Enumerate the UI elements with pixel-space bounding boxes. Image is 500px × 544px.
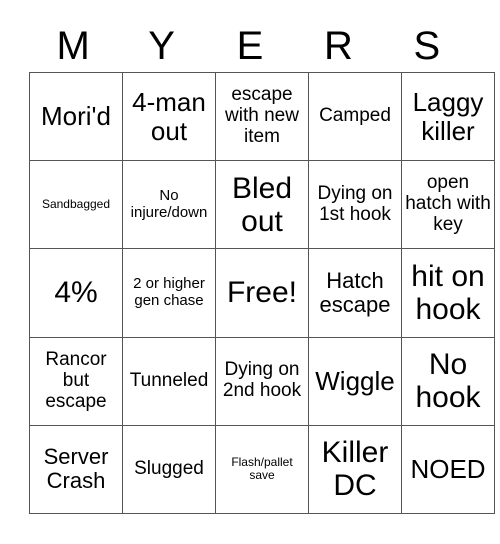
bingo-cell-text: No injure/down — [130, 187, 208, 221]
bingo-cell[interactable]: Slugged — [122, 424, 216, 515]
bingo-cell-text: Sandbagged — [41, 197, 111, 212]
bingo-cell-text: 2 or higher gen chase — [133, 275, 205, 309]
bingo-cell[interactable]: Hatch escape — [308, 248, 402, 338]
header-letter-e: E — [236, 24, 264, 68]
bingo-cell[interactable]: Mori'd — [29, 71, 123, 162]
header-letter-r: R — [323, 24, 353, 68]
bingo-cell[interactable]: Laggy killer — [401, 71, 495, 162]
bingo-cell-text: escape with new item — [225, 84, 299, 148]
bingo-cell-text: Hatch escape — [319, 267, 391, 317]
board-row: 4% 2 or higher gen chase Free! Hatch escape… — [29, 248, 495, 338]
bingo-cell-text: Free! — [226, 276, 298, 310]
bingo-cell-text: Slugged — [134, 457, 204, 479]
bingo-cell[interactable]: 4% — [29, 248, 123, 338]
bingo-cell-text: Camped — [319, 105, 391, 127]
bingo-cell-text: Wiggle — [315, 365, 395, 396]
header-letter-m: M — [56, 24, 90, 68]
bingo-cell-text: hit on hook — [411, 259, 485, 326]
bingo-cell[interactable]: Wiggle — [308, 336, 402, 426]
bingo-board: Mori'd 4-man out escape with new item Campe… — [29, 71, 495, 515]
bingo-cell-text: Killer DC — [321, 436, 389, 503]
bingo-cell-text: Bled out — [231, 171, 293, 238]
bingo-cell-text: open hatch with key — [405, 172, 491, 236]
bingo-cell[interactable]: Rancor but escape — [29, 336, 123, 426]
bingo-cell[interactable]: escape with new item — [215, 71, 309, 162]
bingo-header: M Y E R S — [29, 20, 471, 72]
bingo-cell[interactable]: Sandbagged — [29, 160, 123, 250]
bingo-cell[interactable]: Killer DC — [308, 424, 402, 515]
bingo-cell-text: NOED — [410, 454, 486, 485]
bingo-cell[interactable]: Bled out — [215, 160, 309, 250]
bingo-cell-text: No hook — [415, 348, 481, 415]
board-row: Sandbagged No injure/down Bled out Dying on… — [29, 160, 495, 250]
bingo-cell-text: Flash/pallet save — [231, 455, 293, 483]
bingo-cell[interactable]: No injure/down — [122, 160, 216, 250]
bingo-cell-text: Rancor but escape — [45, 348, 107, 412]
bingo-cell[interactable]: Free! — [215, 248, 309, 338]
bingo-cell[interactable]: hit on hook — [401, 248, 495, 338]
bingo-cell[interactable]: Dying on 2nd hook — [215, 336, 309, 426]
bingo-cell[interactable]: Camped — [308, 71, 402, 162]
header-letter-s: S — [413, 24, 441, 68]
bingo-cell-text: 4% — [54, 276, 98, 310]
bingo-cell[interactable]: Flash/pallet save — [215, 424, 309, 515]
bingo-cell-text: Laggy killer — [412, 87, 484, 146]
board-row: Server Crash Slugged Flash/pallet save Kill… — [29, 424, 495, 515]
bingo-cell-text: Mori'd — [41, 101, 111, 132]
bingo-cell-text: Dying on 1st hook — [317, 182, 393, 225]
bingo-cell[interactable]: No hook — [401, 336, 495, 426]
bingo-cell[interactable]: Tunneled — [122, 336, 216, 426]
bingo-cell[interactable]: open hatch with key — [401, 160, 495, 250]
bingo-cell-text: Dying on 2nd hook — [222, 359, 302, 402]
bingo-cell[interactable]: Server Crash — [29, 424, 123, 515]
bingo-cell[interactable]: 2 or higher gen chase — [122, 248, 216, 338]
bingo-cell[interactable]: NOED — [401, 424, 495, 515]
board-row: Rancor but escape Tunneled Dying on 2nd ho… — [29, 336, 495, 426]
bingo-cell-text: Server Crash — [43, 444, 109, 494]
bingo-cell-text: Tunneled — [129, 369, 209, 391]
bingo-cell[interactable]: 4-man out — [122, 71, 216, 162]
bingo-cell-text: 4-man out — [132, 87, 206, 146]
header-letter-y: Y — [148, 24, 175, 68]
bingo-cell[interactable]: Dying on 1st hook — [308, 160, 402, 250]
board-row: Mori'd 4-man out escape with new item Campe… — [29, 71, 495, 162]
